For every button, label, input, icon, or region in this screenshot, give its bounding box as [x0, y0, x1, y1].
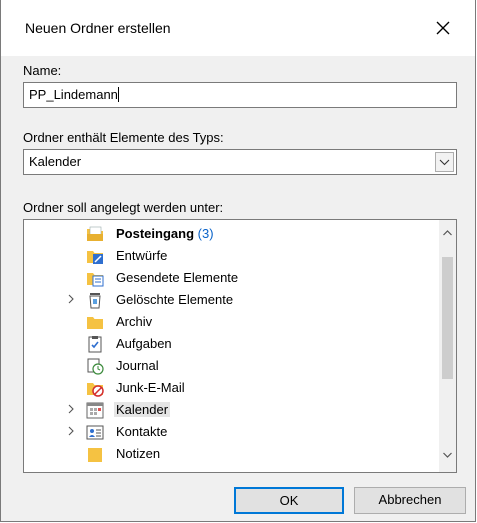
ok-button[interactable]: OK [234, 487, 344, 514]
chevron-down-icon [439, 159, 450, 166]
tree-item-label: Journal [116, 358, 159, 373]
chevron-right-icon[interactable] [66, 425, 76, 437]
tree-item-entwuerfe[interactable]: Entwürfe [24, 245, 424, 267]
type-label: Ordner enthält Elemente des Typs: [23, 130, 224, 145]
scrollbar-thumb[interactable] [442, 257, 453, 379]
unread-count: (3) [197, 226, 214, 241]
tree-item-label: Archiv [116, 314, 153, 329]
name-label: Name: [23, 63, 62, 78]
tree-item-label: Kalender [114, 402, 171, 417]
tree-item-label: Entwürfe [116, 248, 168, 263]
drafts-icon [87, 251, 103, 264]
name-value: PP_Lindemann [29, 87, 118, 102]
name-field[interactable]: PP_Lindemann [23, 82, 457, 108]
cancel-button[interactable]: Abbrechen [354, 487, 466, 514]
tree-item-label: Gelöschte Elemente [116, 292, 234, 307]
tree-item-gesendete-elemente[interactable]: Gesendete Elemente [24, 267, 424, 289]
tree-item-label: Gesendete Elemente [116, 270, 239, 285]
tree-item-archiv[interactable]: Archiv [24, 311, 424, 333]
tree-item-geloeschte-elemente[interactable]: Gelöschte Elemente [24, 289, 424, 311]
tree-item-journal[interactable]: Journal [24, 355, 424, 377]
tasks-icon [88, 336, 102, 353]
close-icon[interactable] [429, 14, 457, 42]
tree-item-label: Junk-E-Mail [116, 380, 185, 395]
chevron-right-icon[interactable] [66, 403, 76, 415]
tree-item-label: Notizen [116, 446, 161, 461]
tree-item-label: Aufgaben [116, 336, 172, 351]
tree-item-label: Posteingang (3) [116, 226, 214, 241]
chevron-right-icon[interactable] [66, 293, 76, 305]
sent-icon [87, 273, 104, 287]
junk-icon [87, 383, 104, 397]
scroll-up-icon[interactable] [442, 228, 453, 238]
scroll-down-icon[interactable] [442, 450, 453, 460]
trash-icon [89, 293, 101, 309]
text-caret [117, 87, 119, 102]
tree-item-posteingang[interactable]: Posteingang (3) [24, 223, 424, 245]
location-label: Ordner soll angelegt werden unter: [23, 200, 224, 215]
tree-item-kalender[interactable]: Kalender [24, 399, 424, 421]
notes-icon [88, 448, 102, 462]
calendar-icon [86, 402, 104, 419]
title-bar: Neuen Ordner erstellen [1, 0, 475, 56]
journal-icon [87, 358, 104, 375]
new-folder-dialog: Neuen Ordner erstellen Name: PP_Lindeman… [0, 0, 476, 522]
folder-tree[interactable]: Posteingang (3) Entwürfe Gesendete Eleme… [23, 219, 457, 473]
tree-scrollbar[interactable] [439, 220, 456, 472]
type-select[interactable]: Kalender [23, 149, 457, 175]
tree-item-junk-e-mail[interactable]: Junk-E-Mail [24, 377, 424, 399]
type-select-value: Kalender [29, 154, 82, 169]
type-dropdown-button[interactable] [435, 152, 454, 172]
contacts-icon [86, 425, 104, 440]
tree-item-kontakte[interactable]: Kontakte [24, 421, 424, 443]
tree-item-label: Kontakte [116, 424, 168, 439]
archive-folder-icon [87, 317, 103, 329]
tree-item-notizen[interactable]: Notizen [24, 443, 424, 465]
tree-item-aufgaben[interactable]: Aufgaben [24, 333, 424, 355]
inbox-icon [87, 226, 103, 241]
dialog-title: Neuen Ordner erstellen [25, 20, 171, 36]
